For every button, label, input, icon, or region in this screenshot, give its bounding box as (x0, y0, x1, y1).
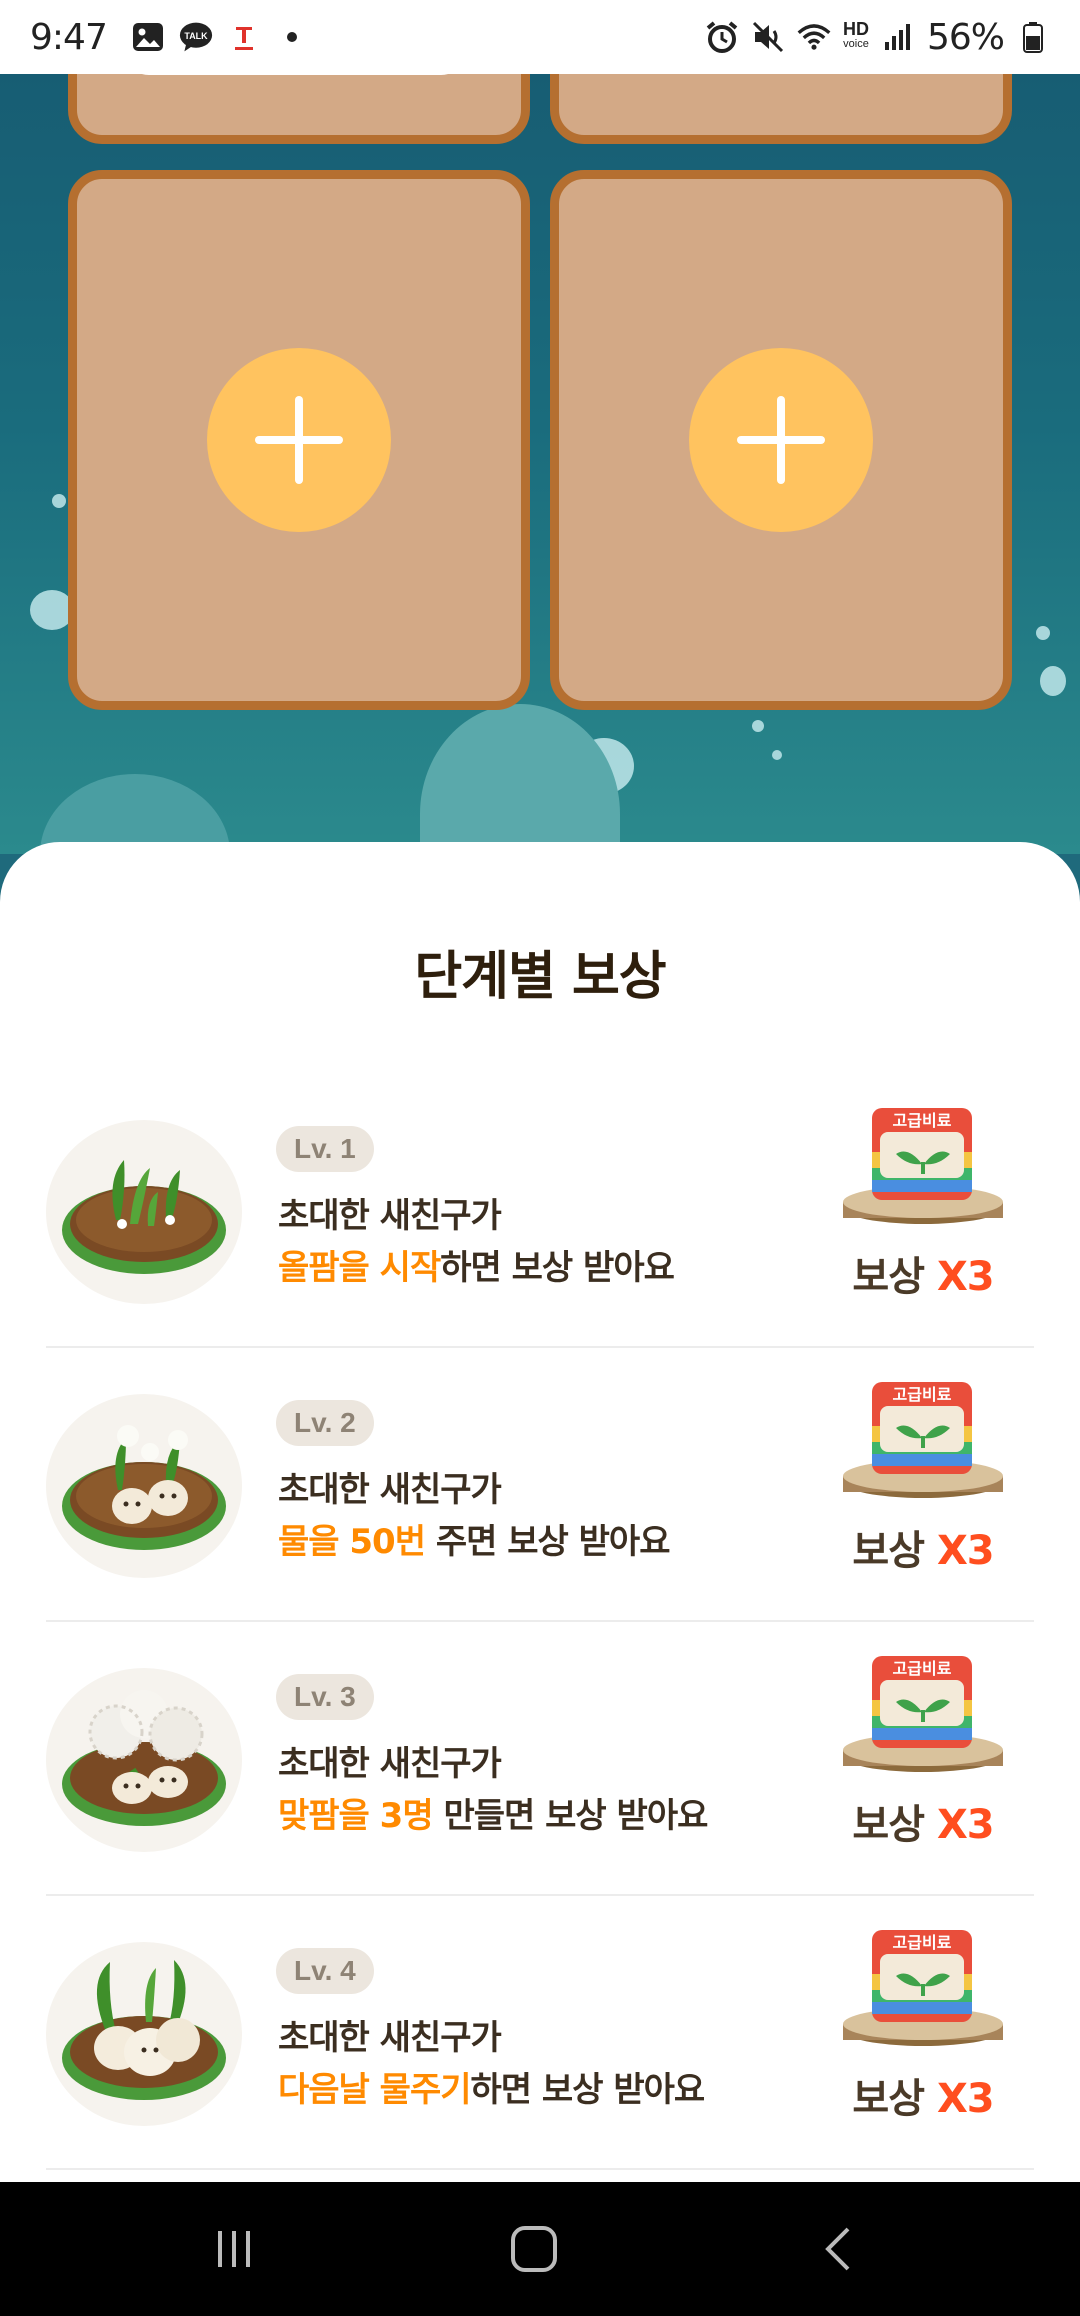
condition-rest: 하면 보상 받아요 (440, 1248, 675, 1288)
fertilizer-reward: 고급비료 보상 X3 (838, 1924, 1008, 2134)
condition-highlight: 올팜을 시작 (278, 1248, 441, 1288)
fertilizer-bag-label: 고급비료 (893, 1111, 952, 1130)
invite-slot-card-top-left[interactable] (68, 74, 530, 144)
fertilizer-bag-label: 고급비료 (893, 1933, 952, 1952)
recent-apps-button[interactable] (194, 2212, 274, 2286)
fertilizer-bag-label: 고급비료 (893, 1659, 952, 1678)
condition-highlight: 물을 50번 (278, 1522, 426, 1562)
t-app-icon (227, 20, 261, 54)
home-icon (511, 2226, 557, 2272)
reward-text: 보상 (852, 1802, 925, 1848)
reward-row-level-3: Lv. 3 초대한 새친구가 맞팜을 3명 만들면 보상 받아요 고급비료 보상… (46, 1622, 1034, 1896)
notification-dot-icon (275, 20, 309, 54)
reward-row-level-1: Lv. 1 초대한 새친구가 올팜을 시작하면 보상 받아요 고급비료 보상 X… (46, 1074, 1034, 1348)
reward-condition-line2: 물을 50번 주면 보상 받아요 (278, 1514, 671, 1563)
hd-label: HD (842, 19, 869, 39)
talk-icon: TALK (179, 20, 213, 54)
battery-icon (1016, 20, 1050, 54)
reward-condition-line2: 다음날 물주기하면 보상 받아요 (278, 2062, 706, 2111)
snow-decoration (1040, 666, 1066, 696)
reward-amount-label: 보상 X3 (838, 2066, 1008, 2124)
status-time: 9:47 (30, 16, 108, 58)
home-button[interactable] (494, 2212, 574, 2286)
battery-percent: 56% (926, 16, 1005, 58)
reward-amount-label: 보상 X3 (838, 1244, 1008, 1302)
fertilizer-reward: 고급비료 보상 X3 (838, 1650, 1008, 1860)
invite-slot-card-top-right[interactable] (550, 74, 1012, 144)
recent-apps-icon (218, 2231, 250, 2267)
mute-icon (751, 20, 785, 54)
hd-voice-icon: HD voice (842, 19, 869, 52)
bud-plant-image (46, 1394, 242, 1578)
condition-rest: 하면 보상 받아요 (470, 2070, 706, 2110)
reward-row-level-2: Lv. 2 초대한 새친구가 물을 50번 주면 보상 받아요 고급비료 보상 … (46, 1348, 1034, 1622)
reward-multiplier: X3 (936, 2076, 995, 2122)
level-badge: Lv. 3 (276, 1674, 374, 1720)
reward-text: 보상 (852, 1254, 925, 1300)
system-nav-bar (0, 2182, 1080, 2316)
reward-condition-line1: 초대한 새친구가 (278, 1744, 502, 1784)
status-left: 9:47 TALK (30, 17, 309, 58)
level-badge: Lv. 4 (276, 1948, 374, 1994)
snow-decoration (752, 720, 764, 732)
reward-condition-line2: 맞팜을 3명 만들면 보상 받아요 (278, 1788, 708, 1837)
onion-plant-image (46, 1942, 242, 2126)
fertilizer-bag-label: 고급비료 (893, 1385, 952, 1404)
reward-multiplier: X3 (936, 1802, 995, 1848)
level-badge: Lv. 2 (276, 1400, 374, 1446)
back-button[interactable] (800, 2212, 880, 2286)
reward-condition-line2: 올팜을 시작하면 보상 받아요 (278, 1240, 675, 1289)
reward-condition-line1: 초대한 새친구가 (278, 1470, 502, 1510)
reward-text: 보상 (852, 2076, 925, 2122)
hd-sub-label: voice (843, 38, 869, 50)
snow-decoration (1036, 626, 1050, 640)
back-icon (825, 2227, 850, 2271)
signal-icon (881, 20, 915, 54)
sheet-title: 단계별 보상 (414, 947, 666, 1007)
status-right: HD voice 56% (705, 17, 1050, 58)
card-name-pill (125, 74, 465, 75)
condition-rest: 주면 보상 받아요 (425, 1522, 671, 1562)
fertilizer-reward: 고급비료 보상 X3 (838, 1102, 1008, 1312)
reward-sheet: 단계별 보상 Lv. 1 초대한 새친구가 올팜을 시작하면 보상 받아요 고급… (0, 842, 1080, 2182)
hill-decoration (420, 704, 620, 854)
snow-decoration (52, 494, 66, 508)
wifi-icon (797, 20, 831, 54)
reward-text: 보상 (852, 1528, 925, 1574)
condition-highlight: 맞팜을 3명 (278, 1796, 434, 1836)
snow-decoration (772, 750, 782, 760)
reward-amount-label: 보상 X3 (838, 1518, 1008, 1576)
reward-multiplier: X3 (936, 1254, 995, 1300)
reward-condition-line1: 초대한 새친구가 (278, 1196, 502, 1236)
gallery-icon (131, 20, 165, 54)
game-background (0, 74, 1080, 854)
condition-rest: 만들면 보상 받아요 (432, 1796, 708, 1836)
invite-slot-card[interactable] (68, 170, 530, 710)
svg-text:TALK: TALK (184, 31, 208, 41)
blossom-plant-image (46, 1668, 242, 1852)
reward-multiplier: X3 (936, 1528, 995, 1574)
add-friend-button[interactable] (207, 348, 391, 532)
sprout-plant-image (46, 1120, 242, 1304)
reward-amount-label: 보상 X3 (838, 1792, 1008, 1850)
add-friend-button[interactable] (689, 348, 873, 532)
reward-row-level-4: Lv. 4 초대한 새친구가 다음날 물주기하면 보상 받아요 고급비료 보상 … (46, 1896, 1034, 2170)
status-bar: 9:47 TALK HD voice 56% (0, 0, 1080, 74)
alarm-icon (705, 20, 739, 54)
fertilizer-reward: 고급비료 보상 X3 (838, 1376, 1008, 1586)
invite-slot-card[interactable] (550, 170, 1012, 710)
reward-condition-line1: 초대한 새친구가 (278, 2018, 502, 2058)
condition-highlight: 다음날 물주기 (278, 2070, 472, 2110)
level-badge: Lv. 1 (276, 1126, 374, 1172)
